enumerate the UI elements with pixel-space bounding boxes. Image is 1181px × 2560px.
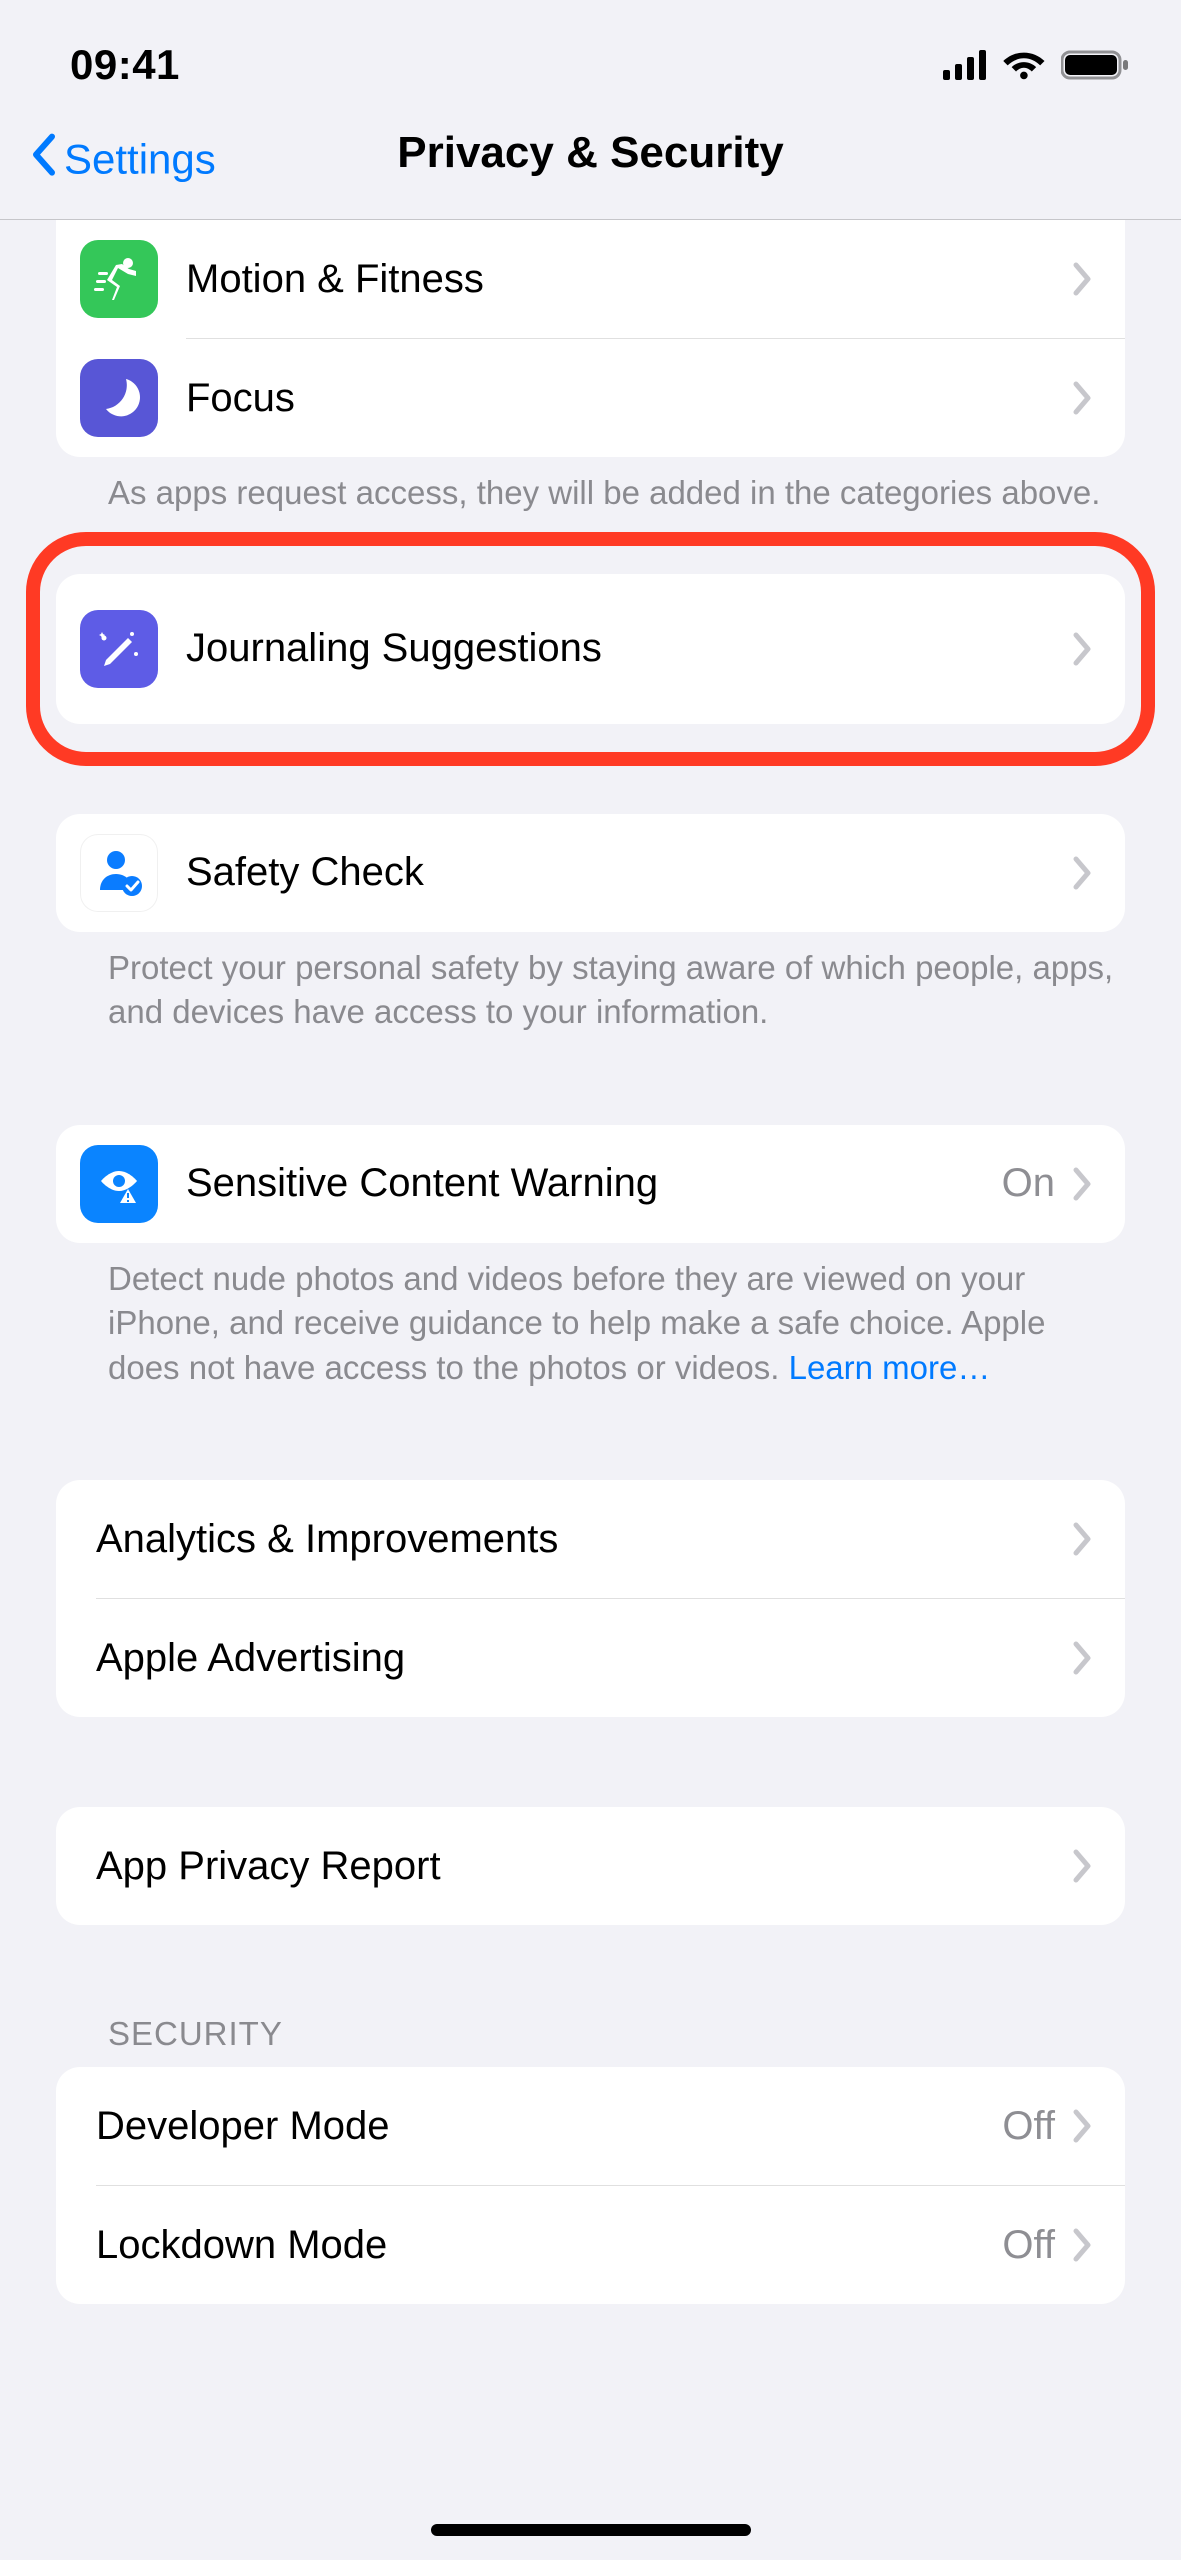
row-label: Analytics & Improvements	[96, 1517, 1073, 1562]
sensitive-content-warning-icon	[80, 1145, 158, 1223]
home-indicator	[431, 2524, 751, 2536]
row-label: App Privacy Report	[96, 1844, 1073, 1889]
row-journaling-suggestions[interactable]: Journaling Suggestions	[56, 574, 1125, 724]
row-label: Focus	[186, 376, 1073, 421]
back-label: Settings	[64, 135, 216, 183]
row-sensitive-content-warning[interactable]: Sensitive Content Warning On	[56, 1125, 1125, 1243]
group-footer: Protect your personal safety by staying …	[0, 932, 1181, 1035]
learn-more-link[interactable]: Learn more…	[789, 1349, 991, 1386]
chevron-right-icon	[1073, 2109, 1093, 2143]
row-analytics-improvements[interactable]: Analytics & Improvements	[56, 1480, 1125, 1598]
settings-group-privacy-report: App Privacy Report	[56, 1807, 1125, 1925]
row-value: On	[1002, 1161, 1055, 1206]
row-app-privacy-report[interactable]: App Privacy Report	[56, 1807, 1125, 1925]
row-label: Developer Mode	[96, 2104, 1002, 2149]
settings-group-journaling: Journaling Suggestions	[56, 574, 1125, 724]
group-footer: Detect nude photos and videos before the…	[0, 1243, 1181, 1391]
row-label: Apple Advertising	[96, 1636, 1073, 1681]
section-header-security: Security	[0, 2015, 1181, 2067]
row-value: Off	[1002, 2223, 1055, 2268]
chevron-right-icon	[1073, 381, 1093, 415]
row-motion-fitness[interactable]: Motion & Fitness	[56, 220, 1125, 338]
row-label: Journaling Suggestions	[186, 626, 1073, 671]
row-safety-check[interactable]: Safety Check	[56, 814, 1125, 932]
settings-group-access: Motion & Fitness Focus	[56, 220, 1125, 457]
page-title: Privacy & Security	[397, 128, 783, 178]
safety-check-icon	[80, 834, 158, 912]
row-focus[interactable]: Focus	[56, 339, 1125, 457]
row-apple-advertising[interactable]: Apple Advertising	[56, 1599, 1125, 1717]
back-button[interactable]: Settings	[30, 132, 216, 186]
motion-fitness-icon	[80, 240, 158, 318]
row-label: Sensitive Content Warning	[186, 1161, 1002, 1206]
settings-group-sensitive: Sensitive Content Warning On	[56, 1125, 1125, 1243]
chevron-right-icon	[1073, 262, 1093, 296]
row-developer-mode[interactable]: Developer Mode Off	[56, 2067, 1125, 2185]
settings-group-security: Developer Mode Off Lockdown Mode Off	[56, 2067, 1125, 2304]
row-label: Lockdown Mode	[96, 2223, 1002, 2268]
row-label: Motion & Fitness	[186, 257, 1073, 302]
row-lockdown-mode[interactable]: Lockdown Mode Off	[56, 2186, 1125, 2304]
battery-icon	[1061, 49, 1131, 81]
row-value: Off	[1002, 2104, 1055, 2149]
nav-bar: Settings Privacy & Security	[0, 110, 1181, 220]
chevron-right-icon	[1073, 632, 1093, 666]
chevron-right-icon	[1073, 856, 1093, 890]
status-indicators	[943, 49, 1131, 81]
cellular-icon	[943, 50, 989, 80]
journaling-suggestions-icon	[80, 610, 158, 688]
chevron-right-icon	[1073, 1849, 1093, 1883]
wifi-icon	[1003, 49, 1047, 81]
chevron-right-icon	[1073, 2228, 1093, 2262]
settings-group-safety: Safety Check	[56, 814, 1125, 932]
chevron-right-icon	[1073, 1641, 1093, 1675]
status-time: 09:41	[70, 41, 180, 89]
row-label: Safety Check	[186, 850, 1073, 895]
chevron-right-icon	[1073, 1522, 1093, 1556]
chevron-right-icon	[1073, 1167, 1093, 1201]
group-footer: As apps request access, they will be add…	[0, 457, 1181, 516]
settings-group-analytics: Analytics & Improvements Apple Advertisi…	[56, 1480, 1125, 1717]
chevron-left-icon	[30, 132, 58, 186]
status-bar: 09:41	[0, 0, 1181, 110]
focus-icon	[80, 359, 158, 437]
